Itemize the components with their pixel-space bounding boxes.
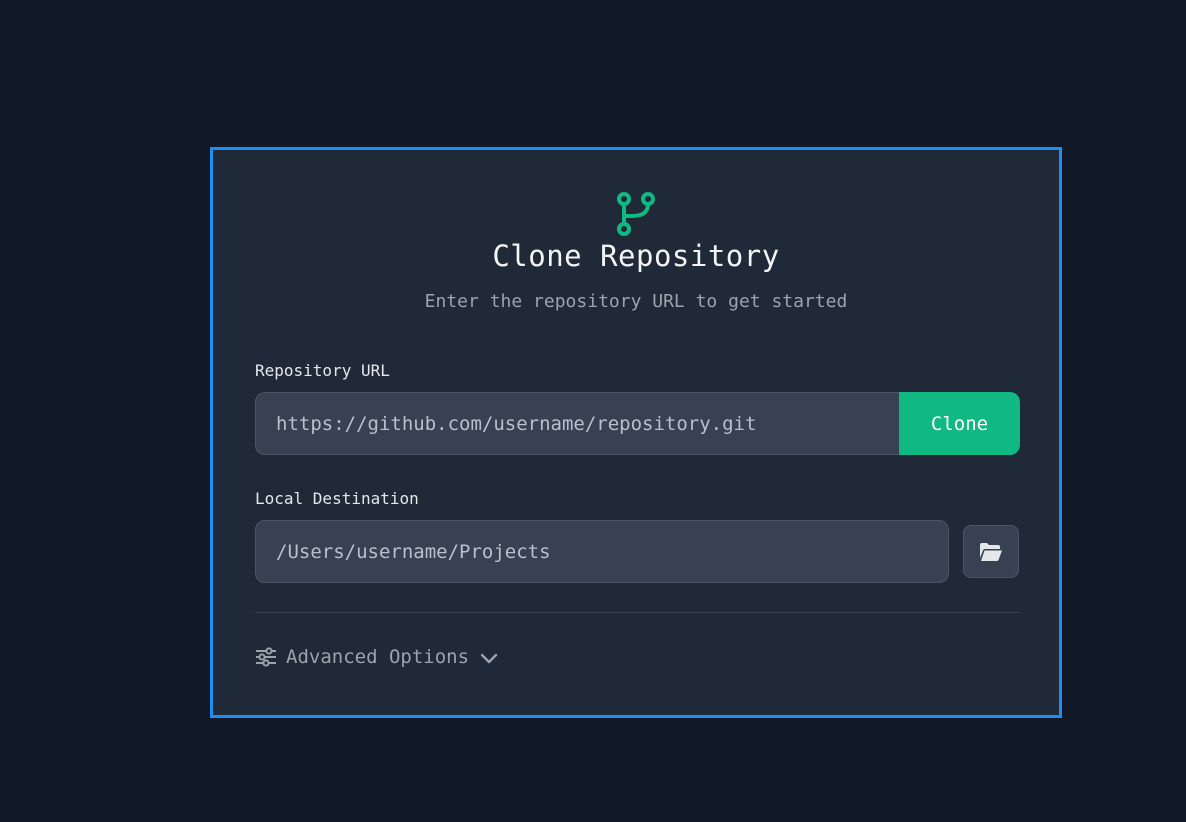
local-destination-input[interactable]	[255, 520, 949, 583]
dialog-title: Clone Repository	[492, 239, 780, 273]
sliders-icon	[256, 646, 276, 667]
folder-open-icon	[980, 542, 1002, 561]
advanced-options-label: Advanced Options	[286, 645, 470, 668]
dialog-header: Clone Repository Enter the repository UR…	[213, 190, 1059, 314]
dialog-subtitle: Enter the repository URL to get started	[424, 291, 848, 312]
git-branch-icon	[617, 192, 655, 236]
repository-url-label: Repository URL	[255, 361, 390, 380]
browse-folder-button[interactable]	[963, 525, 1019, 578]
section-divider	[255, 612, 1020, 613]
repository-url-row: Clone	[255, 392, 1020, 455]
clone-button[interactable]: Clone	[899, 392, 1020, 455]
clone-repository-dialog: Clone Repository Enter the repository UR…	[210, 147, 1062, 718]
advanced-options-toggle[interactable]: Advanced Options	[255, 644, 499, 669]
chevron-down-icon	[480, 653, 498, 664]
repository-url-input[interactable]	[255, 392, 899, 455]
local-destination-label: Local Destination	[255, 489, 419, 508]
